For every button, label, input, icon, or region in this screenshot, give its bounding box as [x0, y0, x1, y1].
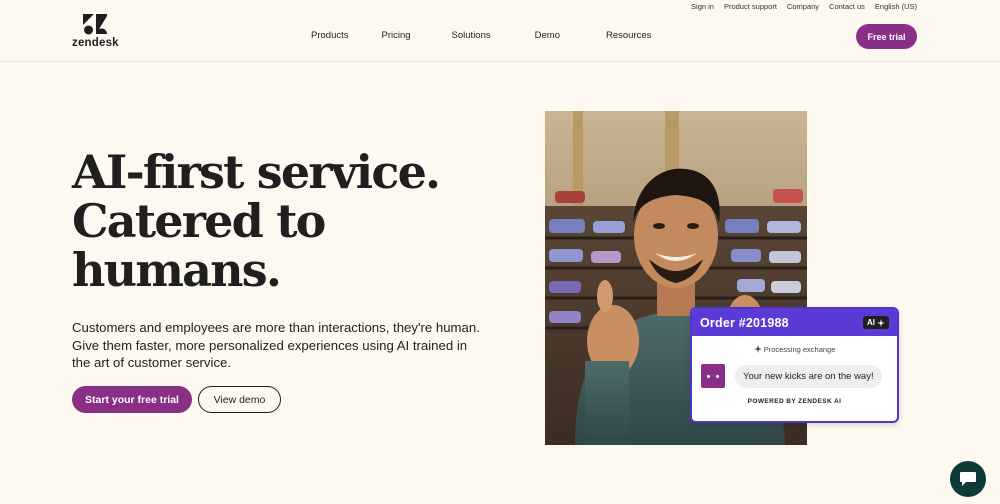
- nav-products[interactable]: Products: [311, 30, 349, 41]
- processing-status-text: Processing exchange: [763, 345, 836, 354]
- ai-badge: AI: [863, 316, 889, 329]
- contact-us-link[interactable]: Contact us: [829, 2, 865, 11]
- ai-badge-label: AI: [867, 318, 875, 327]
- company-link[interactable]: Company: [787, 2, 819, 11]
- headline-line: AI-first service.: [72, 145, 441, 199]
- bot-avatar: [701, 364, 725, 388]
- chat-message-bubble: Your new kicks are on the way!: [735, 364, 882, 388]
- headline-line: Catered to: [72, 194, 326, 248]
- utility-nav: Sign in Product support Company Contact …: [691, 0, 917, 12]
- chat-message-row: Your new kicks are on the way!: [701, 364, 897, 388]
- subtext-line: the art of customer service.: [72, 355, 232, 370]
- sparkle-icon: [753, 345, 762, 353]
- site-header: Sign in Product support Company Contact …: [0, 0, 1000, 62]
- order-title: Order #201988: [700, 315, 789, 330]
- logo-wordmark: zendesk: [72, 37, 119, 49]
- zendesk-logo-icon: [83, 14, 107, 35]
- chat-bubble-icon: [960, 472, 976, 486]
- order-chat-card: Order #201988 AI Processing exchange You…: [690, 307, 899, 423]
- product-support-link[interactable]: Product support: [724, 2, 777, 11]
- sparkle-icon: [877, 318, 885, 327]
- view-demo-button[interactable]: View demo: [198, 386, 281, 413]
- sign-in-link[interactable]: Sign in: [691, 2, 714, 11]
- nav-pricing[interactable]: Pricing: [382, 30, 411, 41]
- free-trial-button[interactable]: Free trial: [856, 24, 917, 49]
- start-free-trial-button[interactable]: Start your free trial: [72, 386, 192, 413]
- powered-by-label: POWERED BY ZENDESK AI: [747, 398, 842, 405]
- subtext-line: Customers and employees are more than in…: [72, 320, 480, 335]
- card-header: Order #201988 AI: [692, 309, 897, 336]
- nav-resources[interactable]: Resources: [606, 30, 651, 41]
- nav-solutions[interactable]: Solutions: [452, 30, 491, 41]
- headline-line: humans.: [72, 243, 282, 297]
- zendesk-logo[interactable]: zendesk: [72, 13, 122, 49]
- processing-status: Processing exchange: [692, 345, 897, 354]
- chat-launcher-button[interactable]: [950, 461, 986, 497]
- language-selector[interactable]: English (US): [875, 2, 917, 11]
- hero-subtext: Customers and employees are more than in…: [72, 319, 492, 372]
- nav-demo[interactable]: Demo: [535, 30, 560, 41]
- main-nav: Products Pricing Solutions Demo Resource…: [311, 30, 651, 41]
- subtext-line: Give them faster, more personalized expe…: [72, 337, 468, 353]
- hero-headline: AI-first service. Catered to humans.: [72, 145, 441, 297]
